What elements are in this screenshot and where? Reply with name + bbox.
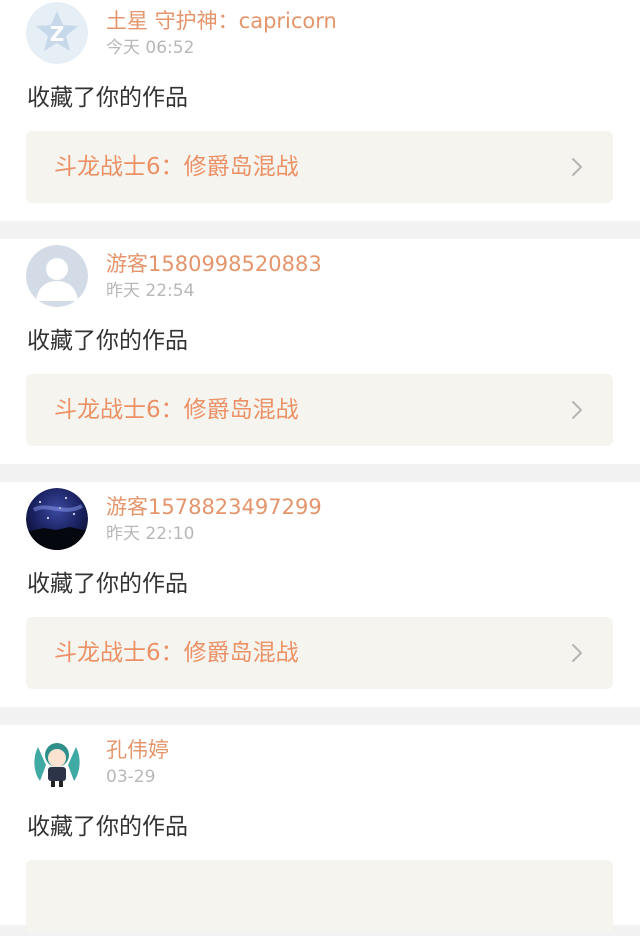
- notification-card: 孔伟婷 03-29 收藏了你的作品: [0, 725, 640, 932]
- work-title: 斗龙战士6：修爵岛混战: [54, 397, 299, 423]
- work-title: 斗龙战士6：修爵岛混战: [54, 640, 299, 666]
- work-link-button[interactable]: 斗龙战士6：修爵岛混战: [26, 617, 613, 689]
- user-avatar[interactable]: [26, 245, 88, 307]
- username[interactable]: 游客1578823497299: [106, 494, 322, 520]
- notification-card: Z 土星 守护神：capricorn 今天 06:52 收藏了你的作品 斗龙战士…: [0, 0, 640, 221]
- timestamp: 03-29: [106, 767, 156, 787]
- action-text: 收藏了你的作品: [27, 328, 188, 354]
- action-text: 收藏了你的作品: [27, 571, 188, 597]
- timestamp: 昨天 22:54: [106, 281, 195, 301]
- starry-sky-avatar: [26, 488, 88, 550]
- chevron-right-icon: [565, 641, 589, 665]
- anime-girl-avatar: [26, 731, 88, 793]
- work-link-button[interactable]: 斗龙战士6：修爵岛混战: [26, 374, 613, 446]
- timestamp: 今天 06:52: [106, 38, 195, 58]
- action-text: 收藏了你的作品: [27, 85, 188, 111]
- chevron-right-icon: [565, 155, 589, 179]
- username[interactable]: 孔伟婷: [106, 737, 169, 763]
- work-link-button[interactable]: [26, 860, 613, 932]
- notification-card: 游客1580998520883 昨天 22:54 收藏了你的作品 斗龙战士6：修…: [0, 239, 640, 464]
- work-link-button[interactable]: 斗龙战士6：修爵岛混战: [26, 131, 613, 203]
- notification-feed: Z 土星 守护神：capricorn 今天 06:52 收藏了你的作品 斗龙战士…: [0, 0, 640, 932]
- chevron-right-icon: [565, 398, 589, 422]
- work-title: 斗龙战士6：修爵岛混战: [54, 154, 299, 180]
- action-text: 收藏了你的作品: [27, 814, 188, 840]
- user-avatar[interactable]: [26, 488, 88, 550]
- username[interactable]: 游客1580998520883: [106, 251, 322, 277]
- username[interactable]: 土星 守护神：capricorn: [106, 8, 337, 34]
- notification-card: 游客1578823497299 昨天 22:10 收藏了你的作品 斗龙战士6：修…: [0, 482, 640, 707]
- qzone-icon: Z: [26, 2, 88, 64]
- default-user-icon: [26, 245, 88, 307]
- timestamp: 昨天 22:10: [106, 524, 195, 544]
- user-avatar[interactable]: Z: [26, 2, 88, 64]
- svg-text:Z: Z: [50, 22, 65, 46]
- user-avatar[interactable]: [26, 731, 88, 793]
